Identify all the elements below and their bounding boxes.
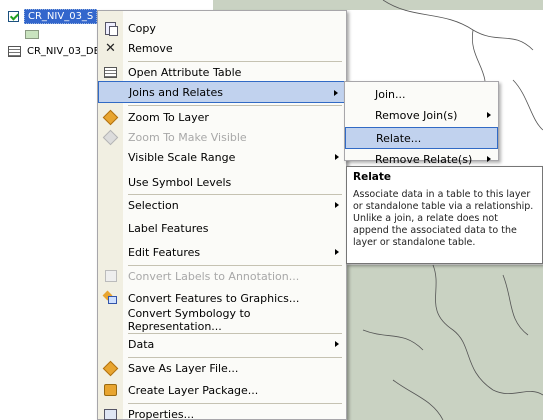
submenu-item-label: Relate... <box>376 131 422 145</box>
menu-item-create-layer-package[interactable]: Create Layer Package... <box>98 379 346 401</box>
menu-item-label: Data <box>128 337 155 351</box>
submenu-arrow-icon <box>335 249 339 255</box>
menu-item-label: Zoom To Layer <box>128 110 209 124</box>
menu-item-label-features[interactable]: Label Features <box>98 217 346 239</box>
relate-tooltip: Relate Associate data in a table to this… <box>346 166 543 264</box>
copy-icon <box>105 21 118 36</box>
tooltip-title: Relate <box>353 171 392 183</box>
menu-item-label: Convert Labels to Annotation... <box>128 269 300 283</box>
menu-item-label: Use Symbol Levels <box>128 175 232 189</box>
layer-file-icon <box>102 360 119 376</box>
menu-item-properties[interactable]: Properties... <box>98 403 346 420</box>
menu-item-zoom-to-make-visible: Zoom To Make Visible <box>98 126 346 148</box>
menu-item-label: Save As Layer File... <box>128 361 239 375</box>
zoom-to-layer-icon <box>102 109 119 125</box>
submenu-item-remove-joins[interactable]: Remove Join(s) <box>345 104 498 126</box>
menu-item-edit-features[interactable]: Edit Features <box>98 241 346 263</box>
menu-item-convert-symbology-to-representation[interactable]: Convert Symbology to Representation... <box>98 307 346 333</box>
convert-graphics-icon <box>104 292 117 304</box>
menu-item-label: Selection <box>128 198 179 212</box>
submenu-item-relate[interactable]: Relate... <box>345 127 498 149</box>
menu-item-label: Convert Symbology to Representation... <box>127 307 251 333</box>
submenu-arrow-icon <box>487 112 491 118</box>
menu-item-label: Visible Scale Range <box>128 150 236 164</box>
layer-row[interactable]: CR_NIV_03_S <box>0 8 98 24</box>
submenu-item-label: Remove Relate(s) <box>375 152 473 166</box>
zoom-visible-icon <box>102 129 119 145</box>
menu-item-data[interactable]: Data <box>98 333 346 355</box>
menu-item-label: Open Attribute Table <box>128 65 242 79</box>
tooltip-body: Associate data in a table to this layer … <box>353 189 534 248</box>
menu-item-copy[interactable]: Copy <box>98 17 346 39</box>
convert-labels-icon <box>104 270 117 282</box>
submenu-arrow-icon <box>487 156 491 162</box>
menu-item-label: Copy <box>128 21 156 35</box>
menu-item-convert-features-to-graphics[interactable]: Convert Features to Graphics... <box>98 287 346 309</box>
menu-item-convert-labels-to-annotation: Convert Labels to Annotation... <box>98 265 346 287</box>
submenu-item-label: Remove Join(s) <box>375 108 458 122</box>
layer-visibility-checkbox[interactable] <box>8 10 19 22</box>
menu-item-zoom-to-layer[interactable]: Zoom To Layer <box>98 106 346 128</box>
submenu-item-label: Join... <box>375 87 406 101</box>
remove-x-icon: ✕ <box>105 40 116 56</box>
submenu-arrow-icon <box>334 90 338 96</box>
table-row[interactable]: CR_NIV_03_DE <box>0 43 100 59</box>
menu-item-label: Properties... <box>128 407 195 420</box>
menu-item-selection[interactable]: Selection <box>98 194 346 216</box>
menu-item-label: Joins and Relates <box>129 85 223 99</box>
menu-item-label: Remove <box>128 41 173 55</box>
selected-layer-name[interactable]: CR_NIV_03_S <box>24 8 98 24</box>
menu-item-use-symbol-levels[interactable]: Use Symbol Levels <box>98 171 346 193</box>
table-name[interactable]: CR_NIV_03_DE <box>27 46 100 57</box>
menu-item-label: Create Layer Package... <box>128 383 259 397</box>
submenu-arrow-icon <box>335 202 339 208</box>
menu-item-open-attribute-table[interactable]: Open Attribute Table <box>98 61 346 83</box>
menu-item-joins-and-relates[interactable]: Joins and Relates <box>98 81 346 103</box>
submenu-item-join[interactable]: Join... <box>345 83 498 105</box>
menu-item-save-as-layer-file[interactable]: Save As Layer File... <box>98 357 346 379</box>
attribute-table-icon <box>104 66 117 78</box>
table-of-contents: CR_NIV_03_S CR_NIV_03_DE <box>0 0 103 420</box>
menu-item-visible-scale-range[interactable]: Visible Scale Range <box>98 146 346 168</box>
menu-item-label: Label Features <box>128 221 209 235</box>
submenu-arrow-icon <box>335 341 339 347</box>
submenu-arrow-icon <box>335 154 339 160</box>
menu-item-label: Edit Features <box>128 245 201 259</box>
menu-item-remove[interactable]: ✕ Remove <box>98 37 346 59</box>
layer-package-icon <box>104 384 117 396</box>
properties-icon <box>104 408 117 420</box>
layer-legend-swatch <box>25 30 39 39</box>
table-icon <box>8 45 21 57</box>
joins-relates-submenu: Join... Remove Join(s) Relate... Remove … <box>344 81 499 166</box>
menu-item-label: Convert Features to Graphics... <box>128 291 300 305</box>
layer-context-menu: Copy ✕ Remove Open Attribute Table Joins… <box>97 10 347 420</box>
menu-item-label: Zoom To Make Visible <box>128 130 247 144</box>
